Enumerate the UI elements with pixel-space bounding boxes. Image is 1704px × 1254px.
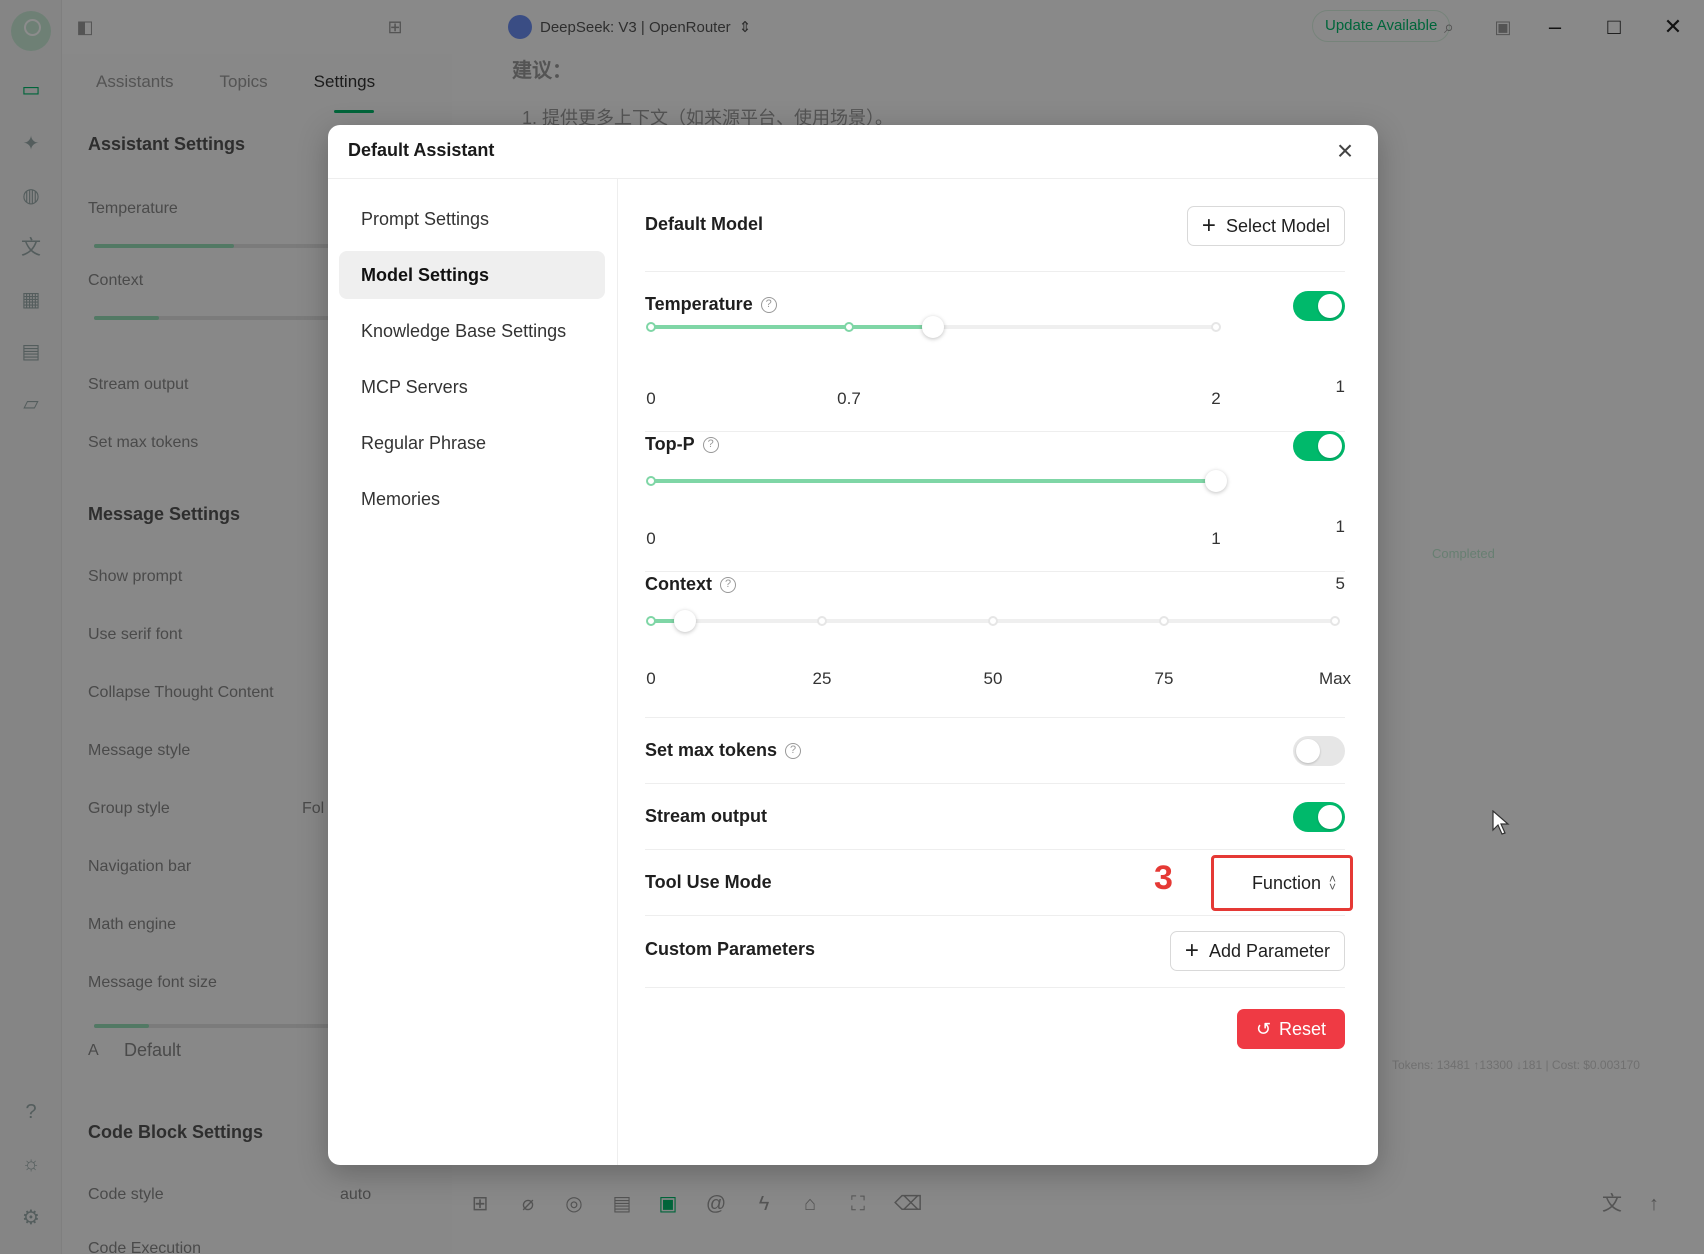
close-icon[interactable]: ×: [1330, 137, 1360, 167]
dialog-header: Default Assistant ×: [328, 125, 1378, 179]
mouse-cursor-icon: [1492, 810, 1510, 835]
context-label: Context ?: [645, 574, 736, 595]
set-max-tokens-text: Set max tokens: [645, 740, 778, 760]
divider: [645, 783, 1345, 784]
set-max-tokens-toggle[interactable]: [1293, 736, 1345, 766]
temperature-text: Temperature: [645, 294, 753, 314]
temperature-mark-min: 0: [646, 389, 656, 408]
menu-item-memories[interactable]: Memories: [339, 475, 605, 523]
stream-output-label: Stream output: [645, 806, 767, 827]
plus-icon: +: [1184, 937, 1199, 964]
context-text: Context: [645, 574, 712, 594]
top-p-tick-0: [646, 476, 656, 486]
temperature-mark-max: 2: [1211, 389, 1221, 408]
tool-use-mode-label: Tool Use Mode: [645, 872, 772, 893]
select-model-button[interactable]: + Select Model: [1186, 206, 1345, 246]
context-tick-25: [817, 616, 827, 626]
add-parameter-label: Add Parameter: [1208, 940, 1330, 961]
custom-parameters-text: Custom Parameters: [645, 939, 816, 959]
help-icon[interactable]: ?: [702, 436, 719, 453]
context-tick-max: [1330, 616, 1340, 626]
tool-use-mode-value: Function: [1251, 872, 1321, 893]
context-tick-50: [988, 616, 998, 626]
top-p-label: Top-P ?: [645, 434, 719, 455]
default-model-label: Default Model: [645, 214, 763, 235]
help-icon[interactable]: ?: [785, 742, 802, 759]
custom-parameters-label: Custom Parameters: [645, 939, 815, 960]
reset-icon: ↺: [1255, 1018, 1272, 1039]
default-assistant-dialog: Default Assistant × Prompt Settings Mode…: [328, 125, 1378, 1165]
stream-output-text: Stream output: [645, 806, 768, 826]
top-p-toggle[interactable]: [1293, 431, 1345, 461]
temperature-value: 1: [1335, 377, 1345, 396]
context-value: 5: [1335, 574, 1345, 593]
context-mark-50: 50: [983, 669, 1003, 688]
context-tick-75: [1159, 616, 1169, 626]
context-tick-0: [646, 616, 656, 626]
context-mark-0: 0: [646, 669, 656, 688]
divider: [645, 271, 1345, 272]
dialog-title: Default Assistant: [348, 140, 495, 160]
tool-use-mode-select[interactable]: Function ˄ ˅: [1211, 855, 1353, 911]
menu-item-model-settings[interactable]: Model Settings: [339, 251, 605, 299]
reset-label: Reset: [1279, 1018, 1327, 1039]
divider: [645, 987, 1345, 988]
menu-item-mcp-servers[interactable]: MCP Servers: [339, 363, 605, 411]
temperature-toggle[interactable]: [1293, 291, 1345, 321]
context-mark-25: 25: [812, 669, 832, 688]
top-p-mark-max: 1: [1211, 529, 1221, 548]
divider: [645, 431, 1345, 432]
context-slider[interactable]: [646, 610, 1340, 632]
top-p-slider-fill: [651, 479, 1216, 483]
add-parameter-button[interactable]: + Add Parameter: [1169, 931, 1345, 971]
menu-item-knowledge-base-settings[interactable]: Knowledge Base Settings: [339, 307, 605, 355]
temperature-slider-fill: [651, 325, 933, 329]
default-model-text: Default Model: [645, 214, 764, 234]
divider: [645, 571, 1345, 572]
temperature-tick-2: [1211, 322, 1221, 332]
tool-use-mode-text: Tool Use Mode: [645, 872, 772, 892]
temperature-mark-default: 0.7: [837, 389, 861, 408]
select-model-label: Select Model: [1225, 215, 1330, 236]
temperature-label: Temperature ?: [645, 294, 777, 315]
top-p-value: 1: [1335, 517, 1345, 536]
temperature-tick-0: [646, 322, 656, 332]
chevron-updown-icon: ˄ ˅: [1328, 872, 1336, 894]
context-slider-handle[interactable]: [674, 610, 696, 632]
plus-icon: +: [1201, 212, 1216, 239]
divider: [645, 915, 1345, 916]
menu-item-regular-phrase[interactable]: Regular Phrase: [339, 419, 605, 467]
menu-item-prompt-settings[interactable]: Prompt Settings: [339, 195, 605, 243]
stream-output-toggle[interactable]: [1293, 802, 1345, 832]
context-mark-max: Max: [1318, 669, 1352, 688]
settings-menu: Prompt Settings Model Settings Knowledge…: [328, 179, 618, 1165]
step-annotation: 3: [1154, 859, 1173, 897]
top-p-text: Top-P: [645, 434, 695, 454]
help-icon[interactable]: ?: [720, 576, 736, 593]
temperature-tick-0-7: [844, 322, 854, 332]
help-icon[interactable]: ?: [760, 296, 777, 313]
reset-button[interactable]: ↺ Reset: [1237, 1009, 1345, 1049]
top-p-slider[interactable]: [646, 470, 1227, 492]
top-p-mark-min: 0: [646, 529, 656, 548]
top-p-slider-handle[interactable]: [1205, 470, 1227, 492]
temperature-slider[interactable]: [646, 316, 1221, 338]
set-max-tokens-label: Set max tokens ?: [645, 740, 802, 761]
divider: [645, 849, 1345, 850]
temperature-slider-handle[interactable]: [922, 316, 944, 338]
divider: [645, 717, 1345, 718]
context-mark-75: 75: [1154, 669, 1174, 688]
